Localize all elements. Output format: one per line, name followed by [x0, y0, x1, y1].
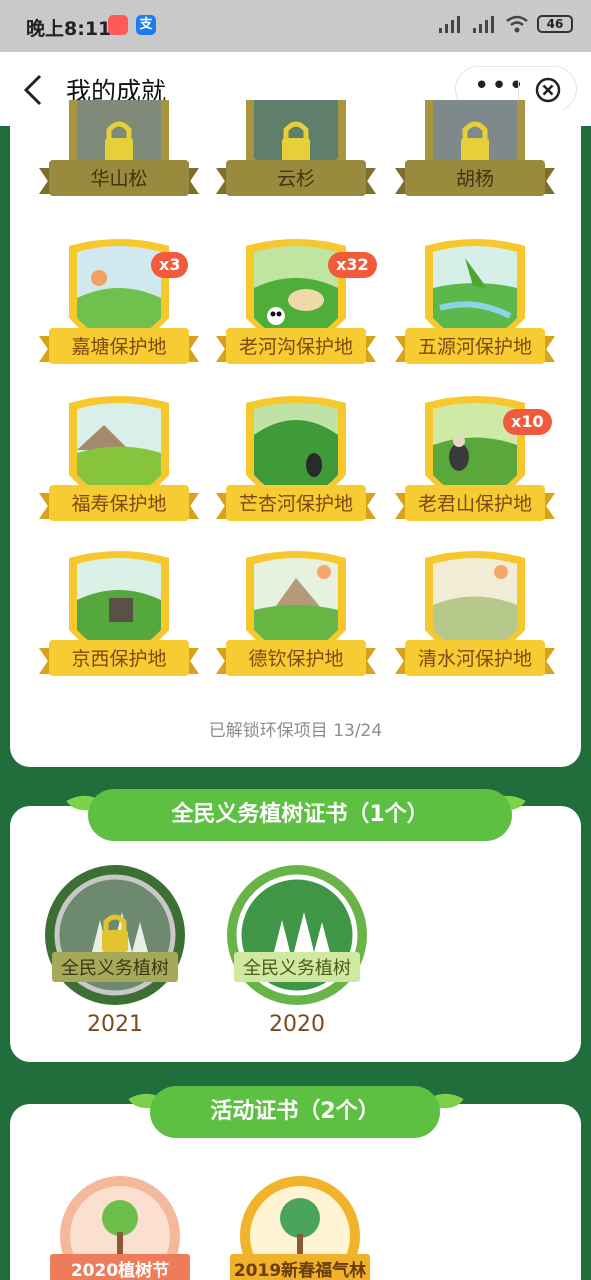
tree-cert-card: 全民义务植树 2021 全民义务植树 2020: [10, 806, 581, 1062]
cert-year: 2021: [87, 1012, 143, 1037]
cert-ribbon: 全民义务植树: [40, 952, 190, 984]
badge-locked[interactable]: 胡杨: [395, 100, 555, 250]
badge-ribbon: 清水河保护地: [395, 640, 555, 678]
badge-ribbon: 京西保护地: [39, 640, 199, 678]
badge-count: x32: [328, 252, 377, 278]
wifi-icon: [506, 15, 528, 33]
badge-label: 五源河保护地: [417, 336, 532, 358]
badge-count: x3: [151, 252, 189, 278]
reserve-badge[interactable]: 五源河保护地: [395, 238, 555, 388]
activity-cert[interactable]: 2020植树节: [40, 1174, 200, 1280]
badge-label: 福寿保护地: [71, 493, 167, 515]
badge-label: 京西保护地: [71, 648, 167, 670]
status-bar: 晚上8:11 支 46: [0, 0, 591, 52]
status-time: 晚上8:11: [26, 18, 112, 40]
cert-label: 全民义务植树: [243, 958, 351, 979]
reserve-badge[interactable]: 芒杏河保护地: [216, 395, 376, 545]
badge-label: 德钦保护地: [248, 648, 344, 670]
activity-label: 2020植树节: [70, 1261, 170, 1280]
badge-label: 清水河保护地: [417, 648, 532, 670]
badge-label: 老君山保护地: [417, 493, 532, 515]
tree-cert-2021[interactable]: 全民义务植树 2021: [40, 860, 190, 1050]
badge-ribbon: 芒杏河保护地: [216, 485, 376, 523]
reserve-badge[interactable]: x32 老河沟保护地: [216, 238, 377, 388]
reserve-badge[interactable]: x10 老君山保护地: [395, 395, 555, 545]
reserve-badges-card: 华山松 云杉 胡杨 x3 嘉塘保护地 x32 老河沟保护地 五源河保护地 福寿保…: [10, 100, 581, 767]
badge-ribbon: 老河沟保护地: [216, 328, 376, 366]
badge-label: 老河沟保护地: [238, 336, 353, 358]
activity-cert-section-title: 活动证书（2个）: [150, 1086, 440, 1138]
activity-cert[interactable]: 2019新春福气林: [220, 1174, 380, 1280]
badge-label: 胡杨: [455, 168, 494, 190]
reserve-badge[interactable]: 京西保护地: [39, 550, 199, 700]
reserve-badge[interactable]: 福寿保护地: [39, 395, 199, 545]
badge-ribbon: 华山松: [39, 160, 199, 198]
badge-label: 云杉: [276, 168, 315, 190]
cert-seal: [45, 865, 185, 1005]
badge-label: 芒杏河保护地: [238, 493, 353, 515]
activity-label: 2019新春福气林: [233, 1261, 367, 1280]
badge-ribbon: 德钦保护地: [216, 640, 376, 678]
cert-ribbon: 全民义务植树: [222, 952, 372, 984]
reserve-badge[interactable]: 清水河保护地: [395, 550, 555, 700]
badge-ribbon: 嘉塘保护地: [39, 328, 199, 366]
cert-seal: [227, 865, 367, 1005]
cert-label: 全民义务植树: [61, 958, 169, 979]
badge-ribbon: 五源河保护地: [395, 328, 555, 366]
unlock-summary: 已解锁环保项目 13/24: [208, 721, 383, 741]
cert-year: 2020: [269, 1012, 325, 1037]
signal-icon: [439, 16, 460, 33]
badge-label: 华山松: [90, 168, 148, 190]
tree-cert-2020[interactable]: 全民义务植树 2020: [222, 860, 372, 1050]
badge-locked[interactable]: 华山松: [39, 100, 199, 250]
capsule-divider: [518, 79, 519, 101]
signal-icon-2: [473, 16, 494, 33]
reserve-badge[interactable]: 德钦保护地: [216, 550, 376, 700]
activity-ribbon: 2019新春福气林: [220, 1254, 380, 1280]
badge-label: 嘉塘保护地: [71, 336, 167, 358]
reserve-badge[interactable]: x3 嘉塘保护地: [39, 238, 199, 388]
badge-count: x10: [503, 409, 552, 435]
activity-ribbon: 2020植树节: [40, 1254, 200, 1280]
tree-cert-section-title: 全民义务植树证书（1个）: [88, 789, 512, 841]
battery-icon: 46: [537, 15, 573, 33]
badge-ribbon: 福寿保护地: [39, 485, 199, 523]
badge-ribbon: 胡杨: [395, 160, 555, 198]
badge-ribbon: 云杉: [216, 160, 376, 198]
notification-app-icon: [108, 15, 128, 35]
alipay-icon: 支: [136, 15, 156, 35]
badge-ribbon: 老君山保护地: [395, 485, 555, 523]
badge-locked[interactable]: 云杉: [216, 100, 376, 250]
